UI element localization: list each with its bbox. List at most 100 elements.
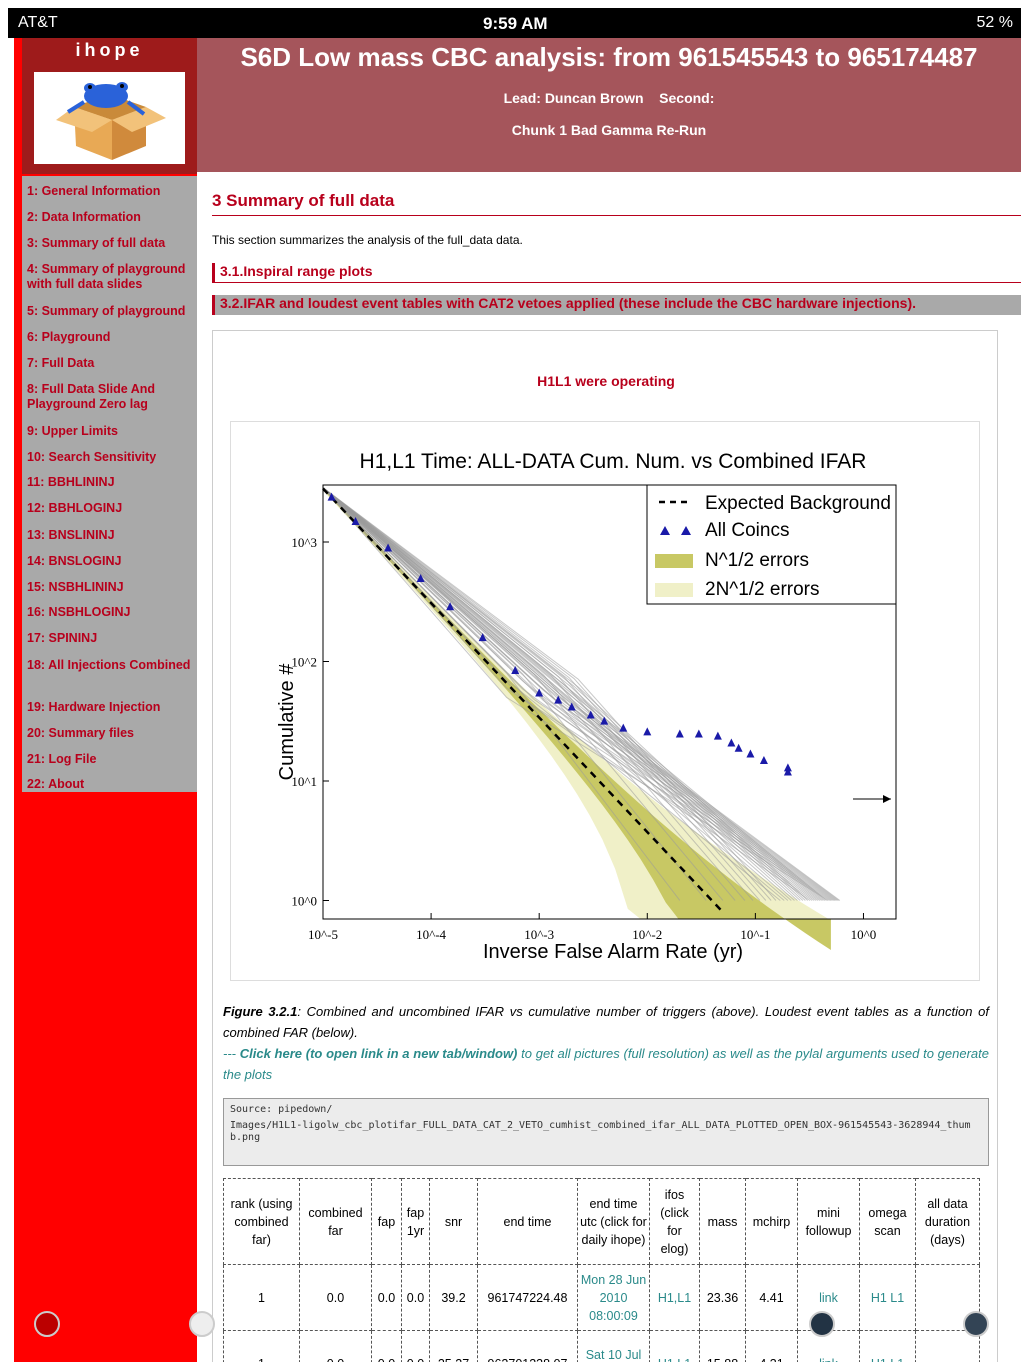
logo-block: ihope <box>22 38 197 174</box>
coinc-point <box>675 729 684 738</box>
sidebar-item-bnsloginj[interactable]: 14: BNSLOGINJ <box>27 554 197 569</box>
coinc-point <box>643 727 652 736</box>
sidebar-item-summary-files[interactable]: 20: Summary files <box>27 726 197 741</box>
figure-label: Figure 3.2.1 <box>223 1004 298 1019</box>
cell-fap-1yr: 0.0 <box>401 1264 430 1331</box>
cell-end-time-utc-link[interactable]: Mon 28 Jun 2010 08:00:09 <box>577 1264 650 1331</box>
sidebar-item-data-information[interactable]: 2: Data Information <box>27 210 197 225</box>
section-intro: This section summarizes the analysis of … <box>212 233 523 247</box>
col-fap: fap <box>371 1178 402 1265</box>
cell-ifos-link[interactable]: H1,L1 <box>649 1264 700 1331</box>
cell-snr: 25.27 <box>429 1330 478 1362</box>
cell-fap: 0.0 <box>371 1330 402 1362</box>
subsection-ifar-tables[interactable]: 3.2.IFAR and loudest event tables with C… <box>212 295 1021 315</box>
col-snr: snr <box>429 1178 478 1265</box>
col-mini-followup: mini followup <box>797 1178 860 1265</box>
y-axis-label: Cumulative # <box>276 663 298 781</box>
carrier-label: AT&T <box>18 14 58 31</box>
page-subtitle: Chunk 1 Bad Gamma Re-Run <box>511 122 707 138</box>
sidebar-item-upper-limits[interactable]: 9: Upper Limits <box>27 424 197 439</box>
x-tick-label: 10^0 <box>851 927 877 942</box>
square-control-icon[interactable] <box>809 1311 835 1337</box>
cell-fap: 0.0 <box>371 1264 402 1331</box>
cell-rank: 1 <box>223 1330 300 1362</box>
click-here-link[interactable]: Click here (to open link in a new tab/wi… <box>240 1046 518 1061</box>
table-header-row: rank (using combined far) combined far f… <box>223 1178 980 1265</box>
col-omega-scan: omega scan <box>859 1178 916 1265</box>
sidebar-item-nsbhloginj[interactable]: 16: NSBHLOGINJ <box>27 605 197 620</box>
x-tick-label: 10^-4 <box>416 927 446 942</box>
screen: AT&T 9:59 AM 52 % ihope 1: General Infor… <box>0 0 1021 1362</box>
sidebar-item-summary-playground-slides[interactable]: 4: Summary of playground with full data … <box>27 262 197 292</box>
legend-err2: 2N^1/2 errors <box>705 579 820 600</box>
sidebar-item-all-injections[interactable]: 18: All Injections Combined <box>27 658 197 673</box>
cell-mass: 23.36 <box>699 1264 746 1331</box>
logo-image <box>34 72 185 164</box>
x-tick-label: 10^-1 <box>740 927 770 942</box>
x-tick-label: 10^-5 <box>308 927 338 942</box>
battery-level: 52 % <box>976 14 1013 31</box>
source-line-1: Source: pipedown/ <box>230 1104 333 1115</box>
sidebar-item-log-file[interactable]: 21: Log File <box>27 752 197 767</box>
legend-expected: Expected Background <box>705 493 891 514</box>
col-duration: all data duration (days) <box>915 1178 980 1265</box>
subsection-inspiral-range[interactable]: 3.1.Inspiral range plots <box>212 263 1021 283</box>
circle-control-icon[interactable] <box>963 1311 989 1337</box>
operating-ifos: H1L1 were operating <box>537 373 675 389</box>
table-row: 1 0.0 0.0 0.0 39.2 961747224.48 Mon 28 J… <box>223 1264 980 1331</box>
coinc-point <box>734 743 743 752</box>
figure-caption-text: : Combined and uncombined IFAR vs cumula… <box>223 1004 989 1040</box>
col-rank: rank (using combined far) <box>223 1178 300 1265</box>
legend-coincs: All Coincs <box>705 520 789 541</box>
col-fap-1yr: fap 1yr <box>401 1178 430 1265</box>
sidebar-item-full-data[interactable]: 7: Full Data <box>27 356 197 371</box>
cell-combined-far: 0.0 <box>299 1330 372 1362</box>
right-arrow-icon <box>883 795 891 803</box>
x-axis-label: Inverse False Alarm Rate (yr) <box>483 941 743 963</box>
status-bar: AT&T 9:59 AM 52 % <box>8 8 1021 38</box>
page-header: S6D Low mass CBC analysis: from 96154554… <box>197 38 1021 172</box>
sidebar-item-summary-full-data[interactable]: 3: Summary of full data <box>27 236 197 251</box>
sidebar-item-bbhloginj[interactable]: 12: BBHLOGINJ <box>27 501 197 516</box>
x-tick-label: 10^-3 <box>524 927 554 942</box>
col-mass: mass <box>699 1178 746 1265</box>
sidebar-item-search-sensitivity[interactable]: 10: Search Sensitivity <box>27 450 197 465</box>
sidebar-item-playground[interactable]: 6: Playground <box>27 330 197 345</box>
sidebar-item-general-information[interactable]: 1: General Information <box>27 184 197 199</box>
col-mchirp: mchirp <box>745 1178 798 1265</box>
cell-end-time-utc-link[interactable]: Sat 10 Jul 2010 <box>577 1330 650 1362</box>
cell-combined-far: 0.0 <box>299 1264 372 1331</box>
cell-mchirp: 4.41 <box>745 1264 798 1331</box>
back-control-icon[interactable] <box>34 1311 60 1337</box>
sidebar-item-hardware-injection[interactable]: 19: Hardware Injection <box>27 700 197 715</box>
figure-caption: Figure 3.2.1: Combined and uncombined IF… <box>223 1001 989 1085</box>
cell-rank: 1 <box>223 1264 300 1331</box>
y-tick-label: 10^0 <box>291 893 317 908</box>
legend-err1: N^1/2 errors <box>705 550 809 571</box>
figure-panel: H1L1 were operating H1,L1 Time: ALL-DATA… <box>212 330 998 1362</box>
sidebar-item-bnslininj[interactable]: 13: BNSLININJ <box>27 528 197 543</box>
sidebar-item-nsbhlininj[interactable]: 15: NSBHLININJ <box>27 580 197 595</box>
cell-ifos-link[interactable]: H1,L1 <box>649 1330 700 1362</box>
coinc-point <box>759 755 768 764</box>
coinc-point <box>783 767 792 776</box>
cell-omega-link[interactable]: H1 L1 <box>859 1330 916 1362</box>
cell-mass: 15.88 <box>699 1330 746 1362</box>
col-end-time: end time <box>477 1178 578 1265</box>
sidebar-nav: 1: General Information 2: Data Informati… <box>22 176 197 792</box>
cell-snr: 39.2 <box>429 1264 478 1331</box>
cell-omega-link[interactable]: H1 L1 <box>859 1264 916 1331</box>
sidebar-item-full-data-slide-zero-lag[interactable]: 8: Full Data Slide And Playground Zero l… <box>27 382 197 412</box>
y-tick-label: 10^3 <box>291 535 317 550</box>
cell-end-time: 962701238.07 <box>477 1330 578 1362</box>
sidebar-item-bbhlininj[interactable]: 11: BBHLININJ <box>27 475 197 490</box>
sidebar-item-spininj[interactable]: 17: SPININJ <box>27 631 197 646</box>
col-combined-far: combined far <box>299 1178 372 1265</box>
coinc-point <box>694 729 703 738</box>
lead-info: Lead: Duncan Brown Second: <box>503 90 715 106</box>
tab-control-icon[interactable] <box>189 1311 215 1337</box>
sidebar-item-about[interactable]: 22: About <box>27 777 197 792</box>
sidebar-item-summary-playground[interactable]: 5: Summary of playground <box>27 304 197 319</box>
ifar-chart: H1,L1 Time: ALL-DATA Cum. Num. vs Combin… <box>276 450 897 963</box>
caption-link-prefix: --- <box>223 1046 240 1061</box>
